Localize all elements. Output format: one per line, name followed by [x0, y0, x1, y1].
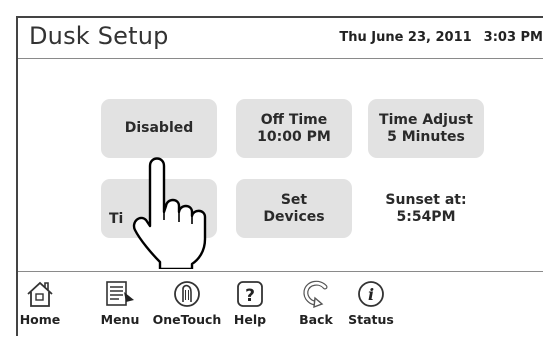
back-icon	[303, 280, 328, 309]
touchscreen-panel: Dusk Setup Thu June 23, 2011 3:03 PM Disa…	[16, 16, 543, 336]
off-time-label: Off Time	[260, 111, 328, 128]
toolbar-help-label: Help	[233, 312, 267, 327]
sunset-time: 5:54PM	[396, 209, 456, 225]
onetouch-icon	[174, 281, 200, 307]
bottom-toolbar: Home Menu OneTouch ? Help Back i Status	[18, 271, 543, 336]
date-time-display: Thu June 23, 2011 3:03 PM	[339, 30, 543, 45]
menu-icon	[106, 281, 134, 306]
page-title: Dusk Setup	[29, 22, 169, 50]
toolbar-onetouch-label: OneTouch	[152, 312, 222, 327]
timer-button-label: Ti	[109, 211, 124, 227]
time-adjust-button[interactable]: Time Adjust 5 Minutes	[368, 99, 484, 158]
time-text: 3:03 PM	[483, 30, 543, 45]
pointing-hand-icon	[132, 157, 207, 269]
disabled-button-label: Disabled	[124, 120, 194, 136]
toolbar-status[interactable]: i Status	[348, 278, 394, 327]
toolbar-status-label: Status	[348, 312, 394, 327]
status-icon: i	[358, 281, 384, 307]
set-devices-label-2: Devices	[263, 208, 325, 225]
time-adjust-label: Time Adjust	[379, 111, 473, 128]
svg-text:i: i	[368, 285, 374, 304]
set-devices-label-1: Set	[280, 191, 308, 208]
toolbar-onetouch[interactable]: OneTouch	[152, 278, 222, 327]
toolbar-back-label: Back	[299, 312, 333, 327]
toolbar-menu-label: Menu	[100, 312, 140, 327]
time-adjust-value: 5 Minutes	[387, 128, 465, 145]
header-bar: Dusk Setup Thu June 23, 2011 3:03 PM	[18, 18, 543, 59]
toolbar-menu[interactable]: Menu	[98, 278, 142, 327]
off-time-value: 10:00 PM	[257, 128, 331, 145]
home-icon	[27, 281, 53, 307]
toolbar-home[interactable]: Home	[18, 278, 62, 327]
help-icon: ?	[237, 281, 263, 307]
set-devices-button[interactable]: Set Devices	[236, 179, 352, 238]
toolbar-help[interactable]: ? Help	[232, 278, 268, 327]
svg-text:?: ?	[245, 286, 255, 306]
toolbar-home-label: Home	[19, 312, 61, 327]
sunset-label: Sunset at:	[385, 192, 467, 208]
off-time-button[interactable]: Off Time 10:00 PM	[236, 99, 352, 158]
sunset-info: Sunset at: 5:54PM	[368, 192, 484, 226]
date-text: Thu June 23, 2011	[339, 30, 472, 45]
toolbar-back[interactable]: Back	[296, 278, 336, 327]
